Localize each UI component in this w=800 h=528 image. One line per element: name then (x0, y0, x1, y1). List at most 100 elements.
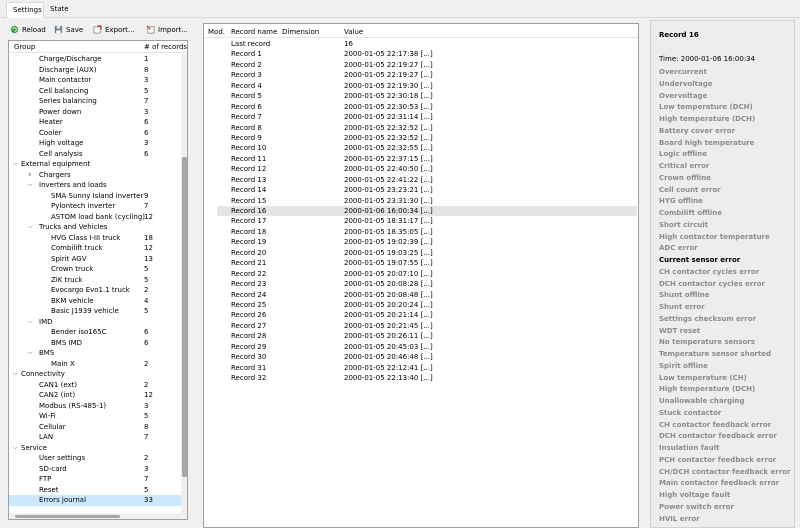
group-column-header[interactable]: Group (14, 43, 35, 51)
table-row[interactable]: Record 31 2000-01-05 22:12:41 [...] (217, 363, 637, 373)
chevron-down-icon[interactable]: ⌵ (13, 159, 21, 170)
tree-item[interactable]: Discharge (AUX) 8 (9, 65, 181, 76)
tree-item[interactable]: Cell balancing 5 (9, 86, 181, 97)
reload-button[interactable]: Reload (8, 22, 48, 37)
tab-settings[interactable]: Settings (6, 2, 44, 18)
count-column-header[interactable]: # of records (144, 43, 187, 51)
table-row[interactable]: Record 22 2000-01-05 20:07:10 [...] (217, 269, 637, 279)
table-row[interactable]: Record 2 2000-01-05 22:19:27 [...] (217, 60, 637, 70)
tree-item[interactable]: User settings 2 (9, 453, 181, 464)
tree-scroll-thumb[interactable] (182, 157, 187, 477)
table-row[interactable]: Record 29 2000-01-05 20:45:03 [...] (217, 342, 637, 352)
value-column-header[interactable]: Value (344, 28, 363, 36)
tree-item[interactable]: Pylontech inverter 7 (9, 201, 181, 212)
table-row[interactable]: Record 23 2000-01-05 20:08:28 [...] (217, 279, 637, 289)
tree-item[interactable]: Combilift truck 12 (9, 243, 181, 254)
table-row[interactable]: Record 15 2000-01-05 23:31:30 [...] (217, 196, 637, 206)
table-row[interactable]: Record 26 2000-01-05 20:21:14 [...] (217, 310, 637, 320)
tree-item[interactable]: Power down 3 (9, 107, 181, 118)
tree-hscroll-thumb[interactable] (15, 515, 120, 518)
tree-item[interactable]: ⌵ Trucks and Vehicles (9, 222, 181, 233)
tree-item[interactable]: High voltage 3 (9, 138, 181, 149)
tree-item[interactable]: ⌵ External equipment (9, 159, 181, 170)
tree-item[interactable]: Errors journal 33 (9, 495, 181, 506)
table-row[interactable]: Record 8 2000-01-05 22:32:52 [...] (217, 123, 637, 133)
table-row[interactable]: Record 10 2000-01-05 22:32:55 [...] (217, 143, 637, 153)
chevron-down-icon[interactable]: ⌵ (28, 180, 36, 191)
tree-item[interactable]: BMS IMD 6 (9, 338, 181, 349)
tree-vertical-scrollbar[interactable] (181, 54, 187, 519)
table-row[interactable]: Record 11 2000-01-05 22:37:15 [...] (217, 154, 637, 164)
tab-state[interactable]: State (44, 2, 74, 18)
chevron-down-icon[interactable]: ⌵ (28, 222, 36, 233)
tree-item[interactable]: SMA Sunny Island inverter 9 (9, 191, 181, 202)
mod-column-header[interactable]: Mod. (208, 28, 225, 36)
table-row[interactable]: Record 18 2000-01-05 18:35:05 [...] (217, 227, 637, 237)
tree-horizontal-scrollbar[interactable] (9, 513, 181, 519)
tree-item[interactable]: Wi-Fi 5 (9, 411, 181, 422)
table-row[interactable]: Record 16 2000-01-06 16:00:34 [...] (217, 206, 637, 217)
table-row[interactable]: Record 4 2000-01-05 22:19:30 [...] (217, 81, 637, 91)
table-row[interactable]: Record 13 2000-01-05 22:41:22 [...] (217, 175, 637, 185)
tree-item[interactable]: CAN1 (ext) 2 (9, 380, 181, 391)
table-row[interactable]: Record 27 2000-01-05 20:21:45 [...] (217, 321, 637, 331)
tree-item[interactable]: ⌵ Service (9, 443, 181, 454)
export-button[interactable]: Export... (91, 22, 137, 37)
table-row[interactable]: Record 17 2000-01-05 18:31:17 [...] (217, 216, 637, 226)
table-row[interactable]: Record 7 2000-01-05 22:31:14 [...] (217, 112, 637, 122)
table-row[interactable]: Record 20 2000-01-05 19:03:25 [...] (217, 248, 637, 258)
table-row[interactable]: Record 21 2000-01-05 19:07:55 [...] (217, 258, 637, 268)
table-row[interactable]: Record 32 2000-01-05 22:13:40 [...] (217, 373, 637, 383)
tree-item[interactable]: Main contactor 3 (9, 75, 181, 86)
table-row[interactable]: Record 3 2000-01-05 22:19:27 [...] (217, 70, 637, 80)
table-row[interactable]: Record 25 2000-01-05 20:20:24 [...] (217, 300, 637, 310)
tree-item[interactable]: ⌵ Inverters and loads (9, 180, 181, 191)
chevron-down-icon[interactable]: ⌵ (28, 348, 36, 359)
tree-item[interactable]: CAN2 (int) 12 (9, 390, 181, 401)
chevron-down-icon[interactable]: ⌵ (28, 317, 36, 328)
tree-item[interactable]: Evocargo Evo1.1 truck 2 (9, 285, 181, 296)
tree-item[interactable]: › Chargers (9, 170, 181, 181)
tree-item[interactable]: Modbus (RS-485-1) 3 (9, 401, 181, 412)
save-button[interactable]: Save (52, 22, 85, 37)
tree-item[interactable]: ⌵ Connectivity (9, 369, 181, 380)
table-row[interactable]: Record 9 2000-01-05 22:32:52 [...] (217, 133, 637, 143)
tree-item[interactable]: Bender iso165C 6 (9, 327, 181, 338)
tree-item[interactable]: BKM vehicle 4 (9, 296, 181, 307)
chevron-right-icon[interactable]: › (28, 170, 36, 181)
table-row[interactable]: Record 6 2000-01-05 22:30:53 [...] (217, 102, 637, 112)
tree-item[interactable]: SD-card 3 (9, 464, 181, 475)
dimension-column-header[interactable]: Dimension (282, 28, 319, 36)
tree-item[interactable]: ⌵ IMD (9, 317, 181, 328)
tree-item[interactable]: Heater 6 (9, 117, 181, 128)
tree-item[interactable]: Spirit AGV 13 (9, 254, 181, 265)
table-row[interactable]: Record 28 2000-01-05 20:26:11 [...] (217, 331, 637, 341)
tree-item[interactable]: Charge/Discharge 1 (9, 54, 181, 65)
tree-item[interactable]: Series balancing 7 (9, 96, 181, 107)
chevron-down-icon[interactable]: ⌵ (13, 443, 21, 454)
table-row[interactable]: Record 12 2000-01-05 22:40:50 [...] (217, 164, 637, 174)
table-row[interactable]: Record 24 2000-01-05 20:08:48 [...] (217, 290, 637, 300)
table-row[interactable]: Record 19 2000-01-05 19:02:39 [...] (217, 237, 637, 247)
tree-item[interactable]: Crown truck 5 (9, 264, 181, 275)
tree-item[interactable]: Basic J1939 vehicle 5 (9, 306, 181, 317)
import-button[interactable]: Import... (144, 22, 190, 37)
tree-item[interactable]: FTP 7 (9, 474, 181, 485)
table-row[interactable]: Record 30 2000-01-05 20:46:48 [...] (217, 352, 637, 362)
tree-item[interactable]: Main X 2 (9, 359, 181, 370)
table-row[interactable]: Record 5 2000-01-05 22:30:18 [...] (217, 91, 637, 101)
tree-item[interactable]: Cellular 8 (9, 422, 181, 433)
tree-item[interactable]: LAN 7 (9, 432, 181, 443)
tree-item[interactable]: Cell analysis 6 (9, 149, 181, 160)
tree-item[interactable]: Cooler 6 (9, 128, 181, 139)
table-row[interactable]: Last record 16 (217, 39, 637, 49)
table-row[interactable]: Record 14 2000-01-05 23:23:21 [...] (217, 185, 637, 195)
record-name-column-header[interactable]: Record name (231, 28, 277, 36)
tree-item[interactable]: Reset 5 (9, 485, 181, 496)
tree-item[interactable]: ASTOM load bank (cycling) 12 (9, 212, 181, 223)
tree-item[interactable]: HVG Class I-III truck 18 (9, 233, 181, 244)
tree-item[interactable]: ZiK truck 5 (9, 275, 181, 286)
table-row[interactable]: Record 1 2000-01-05 22:17:38 [...] (217, 49, 637, 59)
tree-item[interactable]: ⌵ BMS (9, 348, 181, 359)
chevron-down-icon[interactable]: ⌵ (13, 369, 21, 380)
